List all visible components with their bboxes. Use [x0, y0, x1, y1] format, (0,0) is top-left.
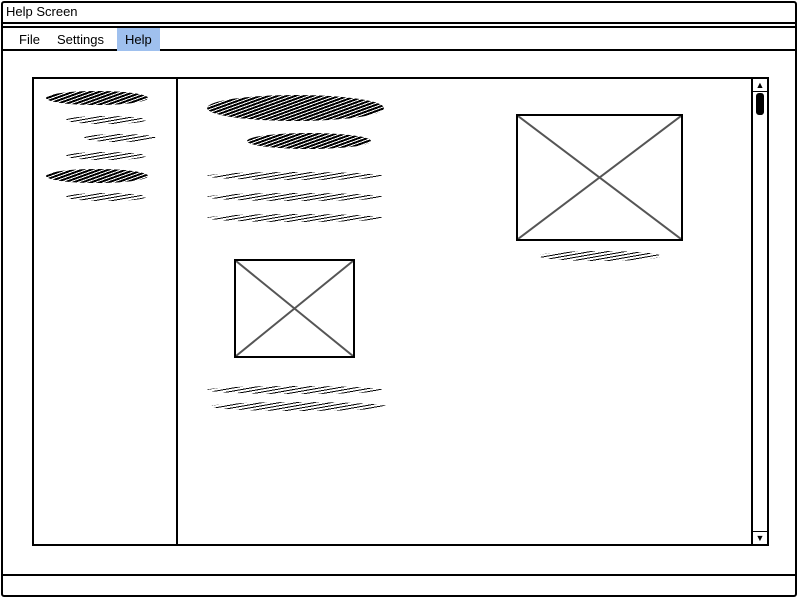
article-title — [207, 95, 384, 121]
menu-settings[interactable]: Settings — [49, 28, 112, 51]
title-bar: Help Screen — [1, 1, 797, 24]
image-placeholder-small — [234, 259, 355, 358]
image-caption — [539, 251, 661, 261]
nav-subtopic[interactable] — [66, 116, 146, 124]
scroll-down-arrow-icon[interactable]: ▼ — [753, 531, 767, 544]
scroll-thumb[interactable] — [756, 93, 764, 115]
nav-subtopic[interactable] — [66, 193, 146, 201]
article-subtitle — [247, 133, 371, 149]
nav-subtopic[interactable] — [66, 152, 146, 160]
nav-topic-heading[interactable] — [46, 169, 148, 183]
menu-file[interactable]: File — [11, 28, 48, 51]
window-title: Help Screen — [6, 4, 78, 19]
help-panel: ▲ ▼ — [32, 77, 769, 546]
article-text-line — [211, 402, 387, 411]
image-placeholder-icon — [236, 261, 353, 356]
article-text-line — [207, 172, 383, 180]
nav-subtopic[interactable] — [84, 134, 156, 142]
article-text-line — [207, 214, 383, 222]
image-placeholder-large — [516, 114, 683, 241]
nav-topic-heading[interactable] — [46, 91, 148, 105]
scroll-up-arrow-icon[interactable]: ▲ — [753, 79, 767, 92]
image-placeholder-icon — [518, 116, 681, 239]
vertical-scrollbar[interactable]: ▲ ▼ — [751, 79, 767, 544]
help-topics-nav — [34, 79, 178, 544]
menu-bar: File Settings Help — [3, 26, 797, 51]
menu-help[interactable]: Help — [117, 28, 160, 51]
article-text-line — [207, 386, 383, 394]
status-bar — [1, 574, 797, 597]
article-text-line — [207, 193, 383, 201]
